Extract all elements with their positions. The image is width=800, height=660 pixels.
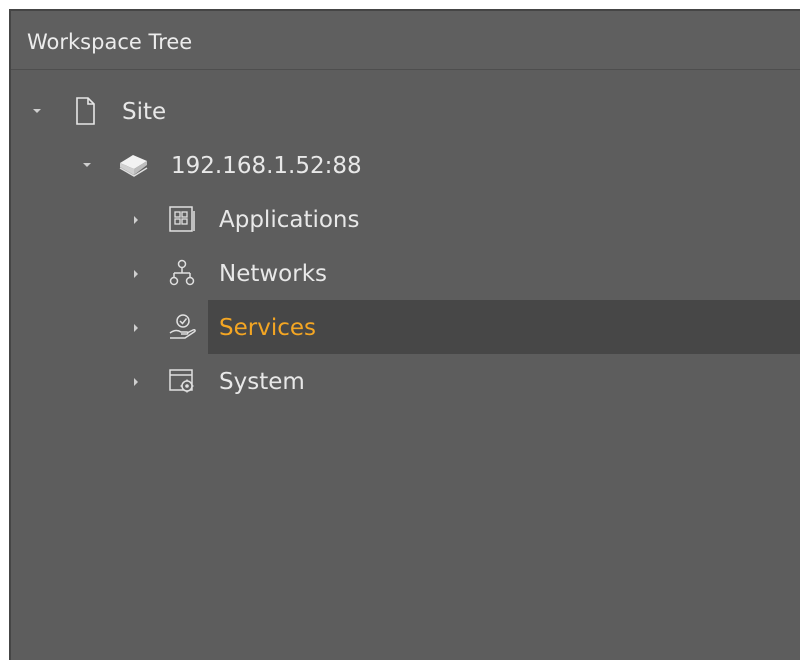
network-icon <box>166 257 198 289</box>
panel-title: Workspace Tree <box>11 11 800 70</box>
expand-caret-down-icon[interactable] <box>79 138 95 192</box>
tree-item-label: Networks <box>219 261 328 287</box>
expand-caret-right-icon[interactable] <box>128 354 144 408</box>
expand-caret-right-icon[interactable] <box>128 192 144 246</box>
applications-grid-icon <box>166 203 198 235</box>
server-stack-icon <box>117 149 149 181</box>
tree-item-system[interactable]: System <box>11 354 800 408</box>
workspace-tree-panel: Workspace Tree Site 192.168.1.52:88 Appl… <box>9 9 800 660</box>
tree-item-label: 192.168.1.52:88 <box>171 153 362 179</box>
tree-item-label: Services <box>219 315 316 341</box>
expand-caret-right-icon[interactable] <box>128 300 144 354</box>
tree-item-server[interactable]: 192.168.1.52:88 <box>11 138 800 192</box>
services-hand-icon <box>166 311 198 343</box>
tree-item-services[interactable]: Services <box>11 300 800 354</box>
expand-caret-right-icon[interactable] <box>128 246 144 300</box>
tree-item-site[interactable]: Site <box>11 84 800 138</box>
tree-item-label: System <box>219 369 305 395</box>
tree-item-applications[interactable]: Applications <box>11 192 800 246</box>
document-icon <box>69 95 101 127</box>
tree-item-label: Site <box>122 99 167 125</box>
tree-item-networks[interactable]: Networks <box>11 246 800 300</box>
system-gear-icon <box>166 365 198 397</box>
tree-item-label: Applications <box>219 207 360 233</box>
expand-caret-down-icon[interactable] <box>29 84 45 138</box>
